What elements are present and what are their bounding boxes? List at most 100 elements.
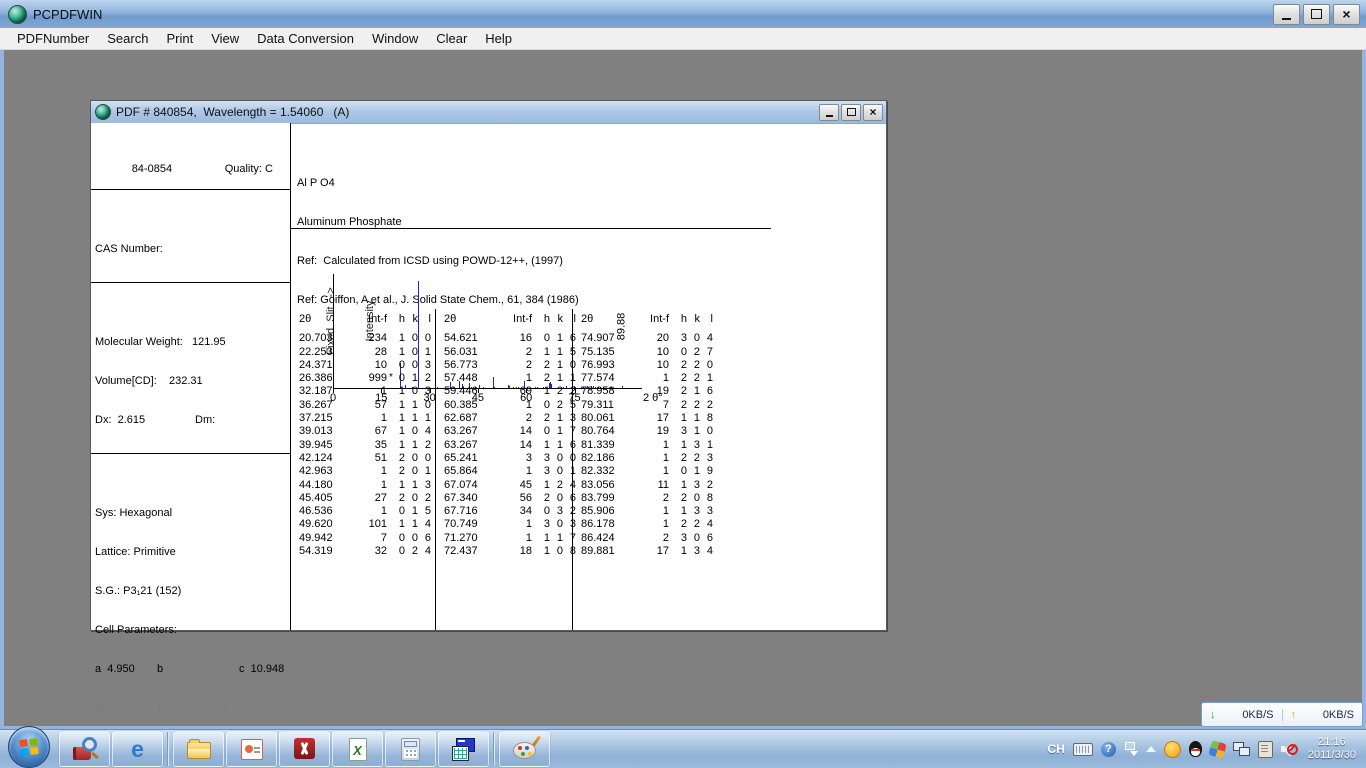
table-row: 45.405 27 2 0 2 (299, 491, 431, 504)
menu-item-print[interactable]: Print (157, 31, 202, 46)
table-row: 85.906 1 1 3 3 (581, 505, 713, 518)
cell-c: c 10.948 (239, 663, 285, 675)
table-row: 75.135 10 0 2 7 (581, 345, 713, 358)
folder-icon (186, 737, 212, 761)
table-row: 49.620 101 1 1 4 (299, 518, 431, 531)
table-row: 74.907 20 3 0 4 (581, 332, 713, 345)
table-row: 71.270 1 1 1 7 (444, 531, 576, 544)
column-header: l (428, 313, 431, 325)
taskbar-button-calculator[interactable] (385, 731, 436, 767)
pdf-card-window: PDF # 840854, Wavelength = 1.54060 (A) 8… (90, 100, 887, 742)
database-window-icon (451, 737, 477, 761)
caption-buttons (1270, 3, 1366, 25)
table-header-row: 2θ Int-f h k l (444, 313, 576, 326)
app-window-icon[interactable] (1124, 741, 1138, 757)
power-icon[interactable] (1257, 740, 1273, 758)
table-row: 37.215 1 1 1 1 (299, 412, 431, 425)
menu-item-window[interactable]: Window (363, 31, 427, 46)
minimize-icon (1282, 17, 1291, 20)
column-header: k (557, 313, 564, 325)
keyboard-icon[interactable] (1072, 742, 1093, 756)
cell-a: a 4.950 (95, 663, 135, 675)
taskbar-button-adobe-reader[interactable] (279, 731, 330, 767)
table-row: 63.267 14 1 1 6 (444, 438, 576, 451)
help-icon[interactable] (1100, 741, 1116, 757)
app-globe-icon (8, 4, 27, 24)
table-row: 81.339 1 1 3 1 (581, 438, 713, 451)
column-header: Int-f (650, 313, 669, 325)
table-row: 57.448 1 2 1 1 (444, 372, 576, 385)
volume-cd: Volume[CD]: 232.31 (95, 375, 203, 387)
table-row: 70.749 1 3 0 3 (444, 518, 576, 531)
main-window-titlebar[interactable]: PCPDFWIN (0, 0, 1366, 29)
taskbar-button-internet-explorer[interactable] (112, 731, 163, 767)
taskbar-button-paint[interactable] (499, 731, 550, 767)
table-row: 59.446 69 1 2 2 (444, 385, 576, 398)
card-maximize-button[interactable] (841, 103, 861, 121)
clock-time: 21:16 (1318, 736, 1346, 748)
menu-item-search[interactable]: Search (98, 31, 157, 46)
table-row: 67.074 45 1 2 4 (444, 478, 576, 491)
table-row: 80.764 19 3 1 0 (581, 425, 713, 438)
table-row: 77.574 1 2 2 1 (581, 372, 713, 385)
cas-number: CAS Number: (95, 243, 163, 255)
menu-item-clear[interactable]: Clear (427, 31, 476, 46)
language-indicator[interactable]: CH (1048, 742, 1065, 756)
taskbar-button-powerpoint[interactable] (226, 731, 277, 767)
card-minimize-button[interactable] (819, 103, 839, 121)
table-header-row: 2θ Int-f h k l (581, 313, 886, 326)
table-row: 56.031 2 1 1 5 (444, 345, 576, 358)
column-header: h (680, 313, 687, 325)
card-title: PDF # 840854, Wavelength = 1.54060 (A) (116, 105, 350, 119)
gamma-label: γ (223, 702, 229, 714)
menu-item-view[interactable]: View (202, 31, 248, 46)
table-row: 89.881 17 1 3 4 (581, 545, 713, 558)
table-row: 54.621 16 0 1 6 (444, 332, 576, 345)
messenger-icon[interactable] (1163, 740, 1181, 758)
book-search-icon (72, 737, 99, 761)
card-left-panel: 84-0854 Quality: C CAS Number: Molecular … (91, 123, 291, 742)
start-button[interactable] (8, 726, 50, 768)
taskbar: CH 21:16 2011/3/30 (0, 726, 1366, 768)
table-group-2: 2θ Int-f h k l 54.621 16 0 1 6 56.031 2 1 1 5 56.773 2 2 1… (435, 309, 576, 630)
menu-item-help[interactable]: Help (476, 31, 521, 46)
qq-icon[interactable] (1188, 741, 1202, 757)
compound-info: Al P O4 Aluminum Phosphate Ref: Calculat… (291, 149, 886, 306)
menu-item-data-conversion[interactable]: Data Conversion (248, 31, 363, 46)
pdf-id: 84-0854 (131, 163, 173, 175)
table-row: 72.437 18 1 0 8 (444, 545, 576, 558)
upload-speed: ↑ 0KB/S (1281, 708, 1363, 721)
download-arrow-icon: ↓ (1210, 708, 1216, 721)
card-titlebar[interactable]: PDF # 840854, Wavelength = 1.54060 (A) (91, 101, 886, 124)
menu-item-pdfnumber[interactable]: PDFNumber (8, 31, 98, 46)
table-header-row: 2θ Int-f h k l (299, 313, 435, 326)
card-right-panel: Al P O4 Aluminum Phosphate Ref: Calculat… (291, 123, 886, 630)
column-header: k (412, 313, 419, 325)
network-monitor-icon[interactable] (1232, 742, 1250, 756)
alpha-label: α (95, 702, 102, 714)
card-body: 84-0854 Quality: C CAS Number: Molecular … (91, 123, 886, 742)
minimize-button[interactable] (1273, 3, 1300, 25)
cell-b: b (157, 663, 164, 675)
close-icon (1342, 7, 1350, 22)
taskbar-button-search-tool[interactable] (59, 731, 110, 767)
mute-speaker-icon[interactable] (1280, 742, 1298, 757)
column-header: h (543, 313, 550, 325)
taskbar-button-excel[interactable] (332, 731, 383, 767)
card-close-button[interactable] (863, 103, 883, 121)
table-row: 79.311 7 2 2 2 (581, 398, 713, 411)
taskbar-button-pcpdf-database[interactable] (438, 731, 489, 767)
table-row: 65.864 1 3 0 1 (444, 465, 576, 478)
sogou-icon[interactable] (1208, 739, 1227, 759)
table-row: 54.319 32 0 2 4 (299, 545, 431, 558)
app-title: PCPDFWIN (33, 6, 103, 22)
xrd-table: 2θ Int-f h k l 20.703 234 1 0 0 22.253 28 1 0 1 24.371 1… (291, 309, 886, 630)
network-monitor-widget[interactable]: ↓ 0KB/S ↑ 0KB/S (1201, 702, 1363, 727)
card-caption-buttons (817, 103, 886, 121)
maximize-button[interactable] (1303, 3, 1330, 25)
table-row: 78.958 19 2 1 6 (581, 385, 713, 398)
taskbar-button-file-explorer[interactable] (173, 731, 224, 767)
close-button[interactable] (1333, 3, 1360, 25)
show-hidden-icons[interactable] (1145, 746, 1156, 752)
tray-clock[interactable]: 21:16 2011/3/30 (1308, 736, 1356, 762)
